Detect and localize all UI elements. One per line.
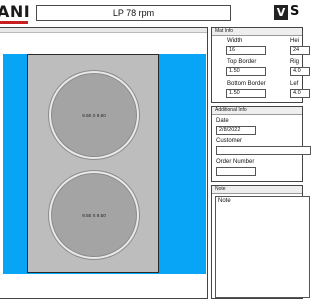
order-number-label: Order Number — [216, 159, 255, 165]
note-label: Note — [218, 198, 231, 204]
top-border-label: Top Border — [227, 59, 257, 65]
opening-size-label: 9.50 X 9.50 — [82, 212, 106, 218]
note-title: Note — [212, 186, 302, 194]
left-border-field[interactable]: 4.0 — [290, 89, 310, 98]
width-label: Width — [227, 38, 243, 44]
bottom-border-label: Bottom Border — [227, 81, 266, 87]
bottom-border-field[interactable]: 1.50 — [226, 89, 266, 98]
v-logo-icon: V — [274, 5, 288, 20]
width-field[interactable]: 16 — [226, 46, 266, 55]
right-border-field[interactable]: 4.0 — [290, 67, 310, 76]
mat-opening-2[interactable]: 9.50 X 9.50 — [49, 171, 139, 259]
date-label: Date — [216, 118, 229, 124]
mat-info-title: Mat Info — [212, 28, 302, 36]
mat-info-panel: Mat Info Width 16 Hei 24 Top Border 1.50… — [211, 27, 310, 103]
customer-label: Customer — [216, 138, 243, 144]
design-title-field[interactable]: LP 78 rpm — [36, 5, 231, 21]
customer-field[interactable] — [216, 146, 311, 155]
design-panel: 9.50 X 9.50 9.50 X 9.50 — [0, 27, 208, 299]
brand-logo: ANI — [0, 2, 31, 21]
height-field[interactable]: 24 — [290, 46, 310, 55]
right-border-label: Rig — [290, 59, 300, 65]
design-canvas[interactable]: 9.50 X 9.50 9.50 X 9.50 — [3, 54, 206, 274]
note-panel: Note Note — [211, 185, 310, 299]
mat-opening-1[interactable]: 9.50 X 9.50 — [49, 71, 139, 159]
brand-name: S — [290, 4, 300, 19]
note-textarea[interactable]: Note — [215, 196, 310, 298]
brand-logo-underline — [0, 21, 28, 24]
additional-info-title: Additional Info — [212, 107, 302, 115]
height-label: Hei — [290, 38, 300, 44]
mat-board[interactable]: 9.50 X 9.50 9.50 X 9.50 — [27, 54, 159, 273]
top-border-field[interactable]: 1.50 — [226, 67, 266, 76]
left-border-label: Lef — [290, 81, 299, 87]
design-panel-header — [0, 28, 207, 33]
opening-size-label: 9.50 X 9.50 — [82, 112, 106, 118]
date-field[interactable]: 2/8/2022 — [216, 126, 256, 135]
order-number-field[interactable] — [216, 167, 256, 176]
additional-info-panel: Additional Info Date 2/8/2022 Customer O… — [211, 106, 311, 182]
app-header: ANI LP 78 rpm V S — [0, 0, 300, 24]
